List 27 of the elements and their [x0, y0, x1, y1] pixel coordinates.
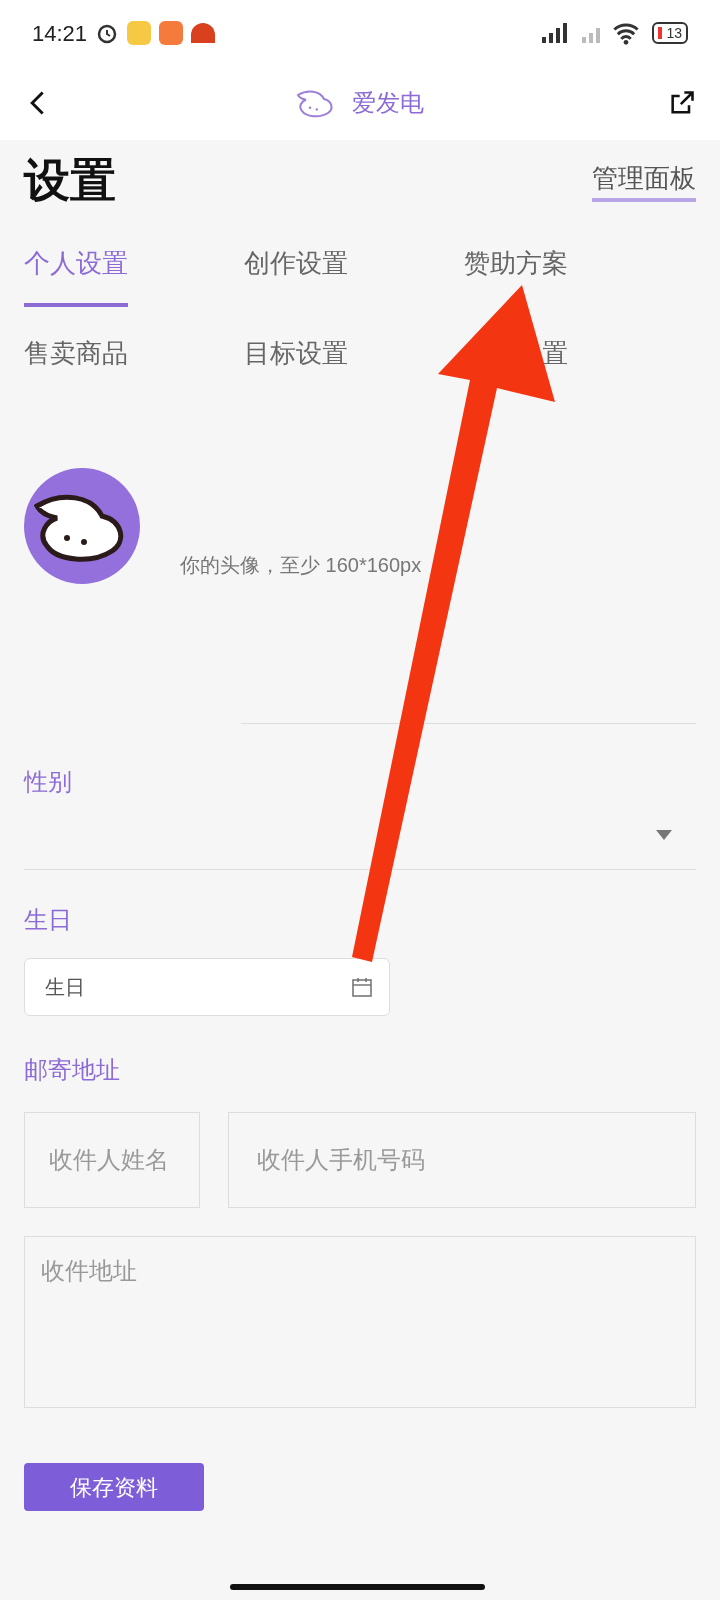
address-field[interactable]: 收件地址	[24, 1236, 696, 1408]
battery-icon: 13	[652, 22, 688, 44]
app-title: 爱发电	[352, 88, 424, 118]
share-icon[interactable]	[668, 89, 696, 117]
app-notification-icon	[127, 21, 152, 45]
status-time: 14:21	[32, 19, 88, 48]
recipient-phone-field[interactable]: 收件人手机号码	[228, 1112, 696, 1208]
birthday-label: 生日	[24, 905, 73, 935]
settings-tab[interactable]: 置	[542, 334, 568, 397]
app-notification-icon	[191, 23, 216, 43]
settings-tab[interactable]: 创作设置	[244, 244, 348, 307]
page-title: 设置	[24, 152, 116, 208]
wifi-icon	[612, 21, 641, 45]
address-label: 邮寄地址	[24, 1055, 121, 1085]
settings-tab[interactable]: 售卖商品	[24, 334, 128, 397]
birthday-field[interactable]: 生日	[24, 958, 390, 1016]
calendar-icon	[350, 975, 374, 999]
settings-tab[interactable]: 个人设置	[24, 244, 128, 307]
manage-panel-link[interactable]: 管理面板	[592, 158, 696, 202]
dropdown-caret-icon	[656, 829, 672, 840]
settings-tab[interactable]: 赞助方案	[464, 244, 568, 307]
settings-tab[interactable]: 目标设置	[244, 334, 348, 397]
app-notification-icon	[159, 21, 184, 45]
save-button[interactable]: 保存资料	[24, 1463, 204, 1511]
avatar-caption: 你的头像，至少 160*160px	[180, 553, 422, 578]
recipient-name-field[interactable]: 收件人姓名	[24, 1112, 200, 1208]
gender-label: 性别	[24, 767, 73, 797]
